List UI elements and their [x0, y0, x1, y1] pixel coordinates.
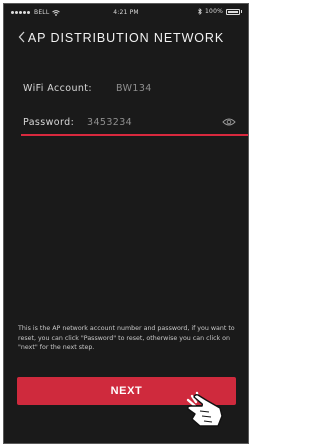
- hand-pointer-icon: [186, 391, 223, 427]
- battery-icon: [226, 8, 240, 15]
- status-bar: BELL 4:21 PM 100%: [4, 4, 248, 22]
- status-right: 100%: [198, 8, 242, 15]
- password-underline: [21, 134, 248, 136]
- instruction-text: This is the AP network account number an…: [18, 325, 235, 351]
- battery-percent: 100%: [205, 8, 223, 15]
- wifi-account-field: WiFi Account: BW134: [21, 80, 248, 102]
- wifi-account-value: BW134: [116, 83, 152, 94]
- app-screen: BELL 4:21 PM 100% AP DISTRIBUTION NETWOR…: [3, 3, 249, 444]
- battery-tip: [241, 10, 242, 13]
- password-value[interactable]: 3453234: [87, 117, 132, 128]
- eye-icon[interactable]: [222, 117, 236, 127]
- bluetooth-icon: [198, 8, 202, 15]
- wifi-account-label: WiFi Account:: [23, 83, 93, 94]
- password-field[interactable]: Password: 3453234: [21, 114, 248, 136]
- password-label[interactable]: Password:: [23, 117, 74, 128]
- navigation-bar: AP DISTRIBUTION NETWORK: [4, 28, 248, 50]
- page-title: AP DISTRIBUTION NETWORK: [27, 31, 225, 45]
